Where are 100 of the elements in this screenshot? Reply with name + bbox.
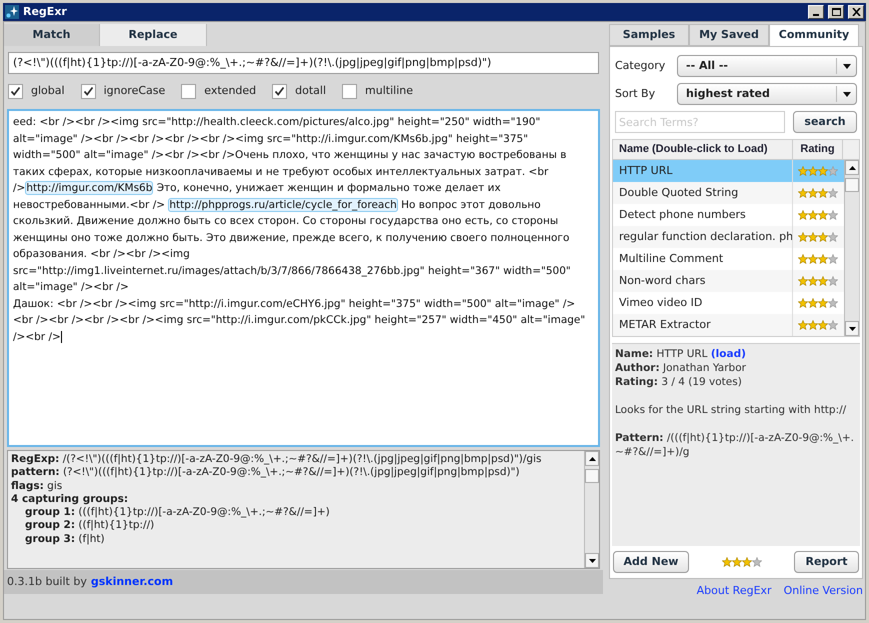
gskinner-link[interactable]: gskinner.com	[90, 574, 174, 590]
star-icon	[818, 210, 828, 220]
star-icon	[828, 232, 838, 242]
result-line: group 1: (((f|ht){1}tp://)[-a-zA-Z0-9@:%_\+.;~#?&//=]+)	[24, 506, 331, 520]
star-icon	[798, 298, 808, 308]
footer-link[interactable]: Online Version	[784, 582, 863, 600]
star-icon	[808, 254, 818, 264]
star-icon	[798, 254, 808, 264]
detail-pattern: Pattern: /(((f|ht){1}tp://)[-a-zA-Z0-9@:%_\+.~#?&//=]+)/g	[615, 431, 855, 459]
table-row[interactable]: regular function declaration. ph	[613, 226, 844, 248]
minimize-button[interactable]	[808, 5, 824, 19]
scroll-thumb[interactable]	[585, 469, 600, 483]
checkbox[interactable]	[8, 84, 23, 98]
check-icon	[82, 86, 94, 96]
star-icon	[818, 166, 828, 176]
detail-rating: Rating: 3 / 4 (19 votes)	[615, 375, 743, 389]
star-icon	[752, 557, 762, 567]
star-icon	[798, 276, 808, 286]
scroll-up-button[interactable]	[845, 160, 859, 175]
table-row[interactable]: Non-word chars	[613, 270, 844, 292]
sparkle-icon	[5, 5, 19, 19]
scroll-down-button[interactable]	[585, 553, 600, 568]
result-line: group 3: (f|ht)	[24, 532, 106, 546]
filter-label: Sort By	[615, 86, 656, 102]
checkbox[interactable]	[80, 84, 96, 98]
scroll-up-button[interactable]	[585, 451, 600, 466]
star-icon	[798, 232, 808, 242]
source-text-area[interactable]: eed: <br /><br /><img src="http://health.cleeck.com/pictures/alco.jpg" height="250" width="190" alt="image" /><br /><br /><br /><br /><img src="http://i.imgur.com/KMs6b.jpg" height="375" width="500" alt="image" /><br /><br />Очень плохо, что женщины у нас зачастую востребованы в таких сферах, которые низкооплачиваемы и не требуют особых интеллектуальных затрат. <br />http://imgur.com/KMs6b Это, конечно, унижает женщин и формально тоже делает их невостребованными.<br /> http://phpprogs.ru/article/cycle_for_foreach Но вопрос этот довольно скользкий. Движение должно быть со всех сторон. Со стороны государства оно есть, со стороны женщины оно тоже должно быть. Это движение, прежде всего, к получению своего полноценного образования. <br /><br /><img src="http://img1.liveinternet.ru/images/attach/b/3/7/866/7866438_276bb.jpg" height="367" width="500" alt="image" /><br /> Дашок: <br /><br /><img src="http://i.imgur.com/eCHY6.jpg" height="375" width="500" alt="image" /><br /><br /><br /><br /><img src="http://i.imgur.com/pkCCk.jpg" height="257" width="450" alt="image" /><br />	[7, 109, 600, 447]
tab[interactable]: Community	[769, 24, 859, 46]
down-arrow-icon	[588, 558, 596, 562]
star-icon	[808, 276, 818, 286]
star-icon	[808, 298, 818, 308]
checkbox[interactable]	[342, 84, 358, 98]
table-row[interactable]: METAR Extractor	[613, 314, 844, 336]
detail-author: Author: Jonathan Yarbor	[615, 361, 747, 375]
star-icon	[722, 557, 732, 567]
star-icon	[828, 188, 838, 198]
version-text: 0.3.1b built by	[7, 574, 87, 590]
checkbox-label: ignoreCase	[104, 82, 166, 99]
star-icon	[818, 188, 828, 198]
star-icon	[828, 320, 838, 330]
tab[interactable]: Match	[4, 24, 100, 46]
pattern-field[interactable]: (?<!\")(((f|ht){1}tp://)[-a-zA-Z0-9@:%_\+.;~#?&//=]+)(?!\.(jpg|jpeg|gif|png|bmp|psd)")	[8, 52, 600, 74]
up-arrow-icon	[588, 456, 596, 460]
maximize-button[interactable]	[828, 5, 844, 19]
column-header[interactable]: Name (Double-click to Load)	[613, 140, 793, 159]
dropdown[interactable]: highest rated	[677, 83, 857, 105]
star-icon	[818, 276, 828, 286]
load-link[interactable]: (load)	[710, 348, 746, 360]
star-icon	[808, 188, 818, 198]
star-icon	[798, 320, 808, 330]
maximize-icon	[832, 8, 840, 16]
star-icon	[742, 557, 752, 567]
footer-link[interactable]: About RegExr	[696, 582, 772, 600]
caret-icon	[842, 92, 850, 96]
table-row[interactable]: HTTP URL	[613, 160, 844, 182]
result-line: pattern: (?<!\")(((f|ht){1}tp://)[-a-zA-Z0-9@:%_\+.;~#?&//=]+)(?!\.(jpg|jpeg|gif|png|bmp|psd)")	[11, 466, 521, 480]
text-cursor	[60, 330, 62, 343]
close-icon	[852, 8, 860, 16]
match-highlight: http://imgur.com/KMs6b	[25, 181, 154, 195]
result-line: flags: gis	[11, 480, 64, 493]
star-icon	[808, 232, 818, 242]
star-icon	[818, 232, 828, 242]
checkbox-label: dotall	[295, 82, 326, 99]
star-icon	[798, 166, 808, 176]
result-line: 4 capturing groups:	[11, 492, 130, 506]
checkbox-label: multiline	[365, 82, 414, 99]
search-button[interactable]: search	[793, 111, 857, 133]
table-cell: METAR Extractor	[613, 314, 793, 336]
star-icon	[798, 188, 808, 198]
star-icon	[828, 276, 838, 286]
star-icon	[828, 254, 838, 264]
table-row[interactable]: Double Quoted String	[613, 182, 844, 204]
check-icon	[10, 86, 21, 96]
tab[interactable]: Samples	[609, 24, 689, 46]
star-icon	[828, 298, 838, 308]
checkbox[interactable]	[181, 84, 196, 98]
star-icon	[828, 166, 838, 176]
window-title: RegExr	[23, 4, 68, 20]
dropdown[interactable]: -- All --	[677, 55, 857, 77]
detail-description: Looks for the URL string starting with http://	[615, 403, 848, 417]
checkbox[interactable]	[272, 84, 288, 98]
star-icon	[828, 210, 838, 220]
star-icon	[798, 210, 808, 220]
tab[interactable]: Replace	[100, 24, 207, 46]
star-icon	[818, 298, 828, 308]
checkbox-label: global	[31, 82, 65, 99]
close-button[interactable]	[848, 5, 864, 19]
check-icon	[274, 86, 286, 96]
up-arrow-icon	[848, 166, 856, 170]
scroll-down-button[interactable]	[845, 321, 859, 336]
report-button[interactable]: Report	[794, 551, 859, 573]
tab[interactable]: My Saved	[689, 24, 769, 46]
star-icon	[808, 320, 818, 330]
filter-label: Category	[615, 58, 666, 74]
caret-icon	[842, 64, 850, 68]
star-icon	[818, 320, 828, 330]
column-header[interactable]: Rating	[793, 140, 843, 159]
scroll-thumb[interactable]	[845, 178, 859, 192]
add-new-button[interactable]: Add New	[613, 551, 689, 573]
